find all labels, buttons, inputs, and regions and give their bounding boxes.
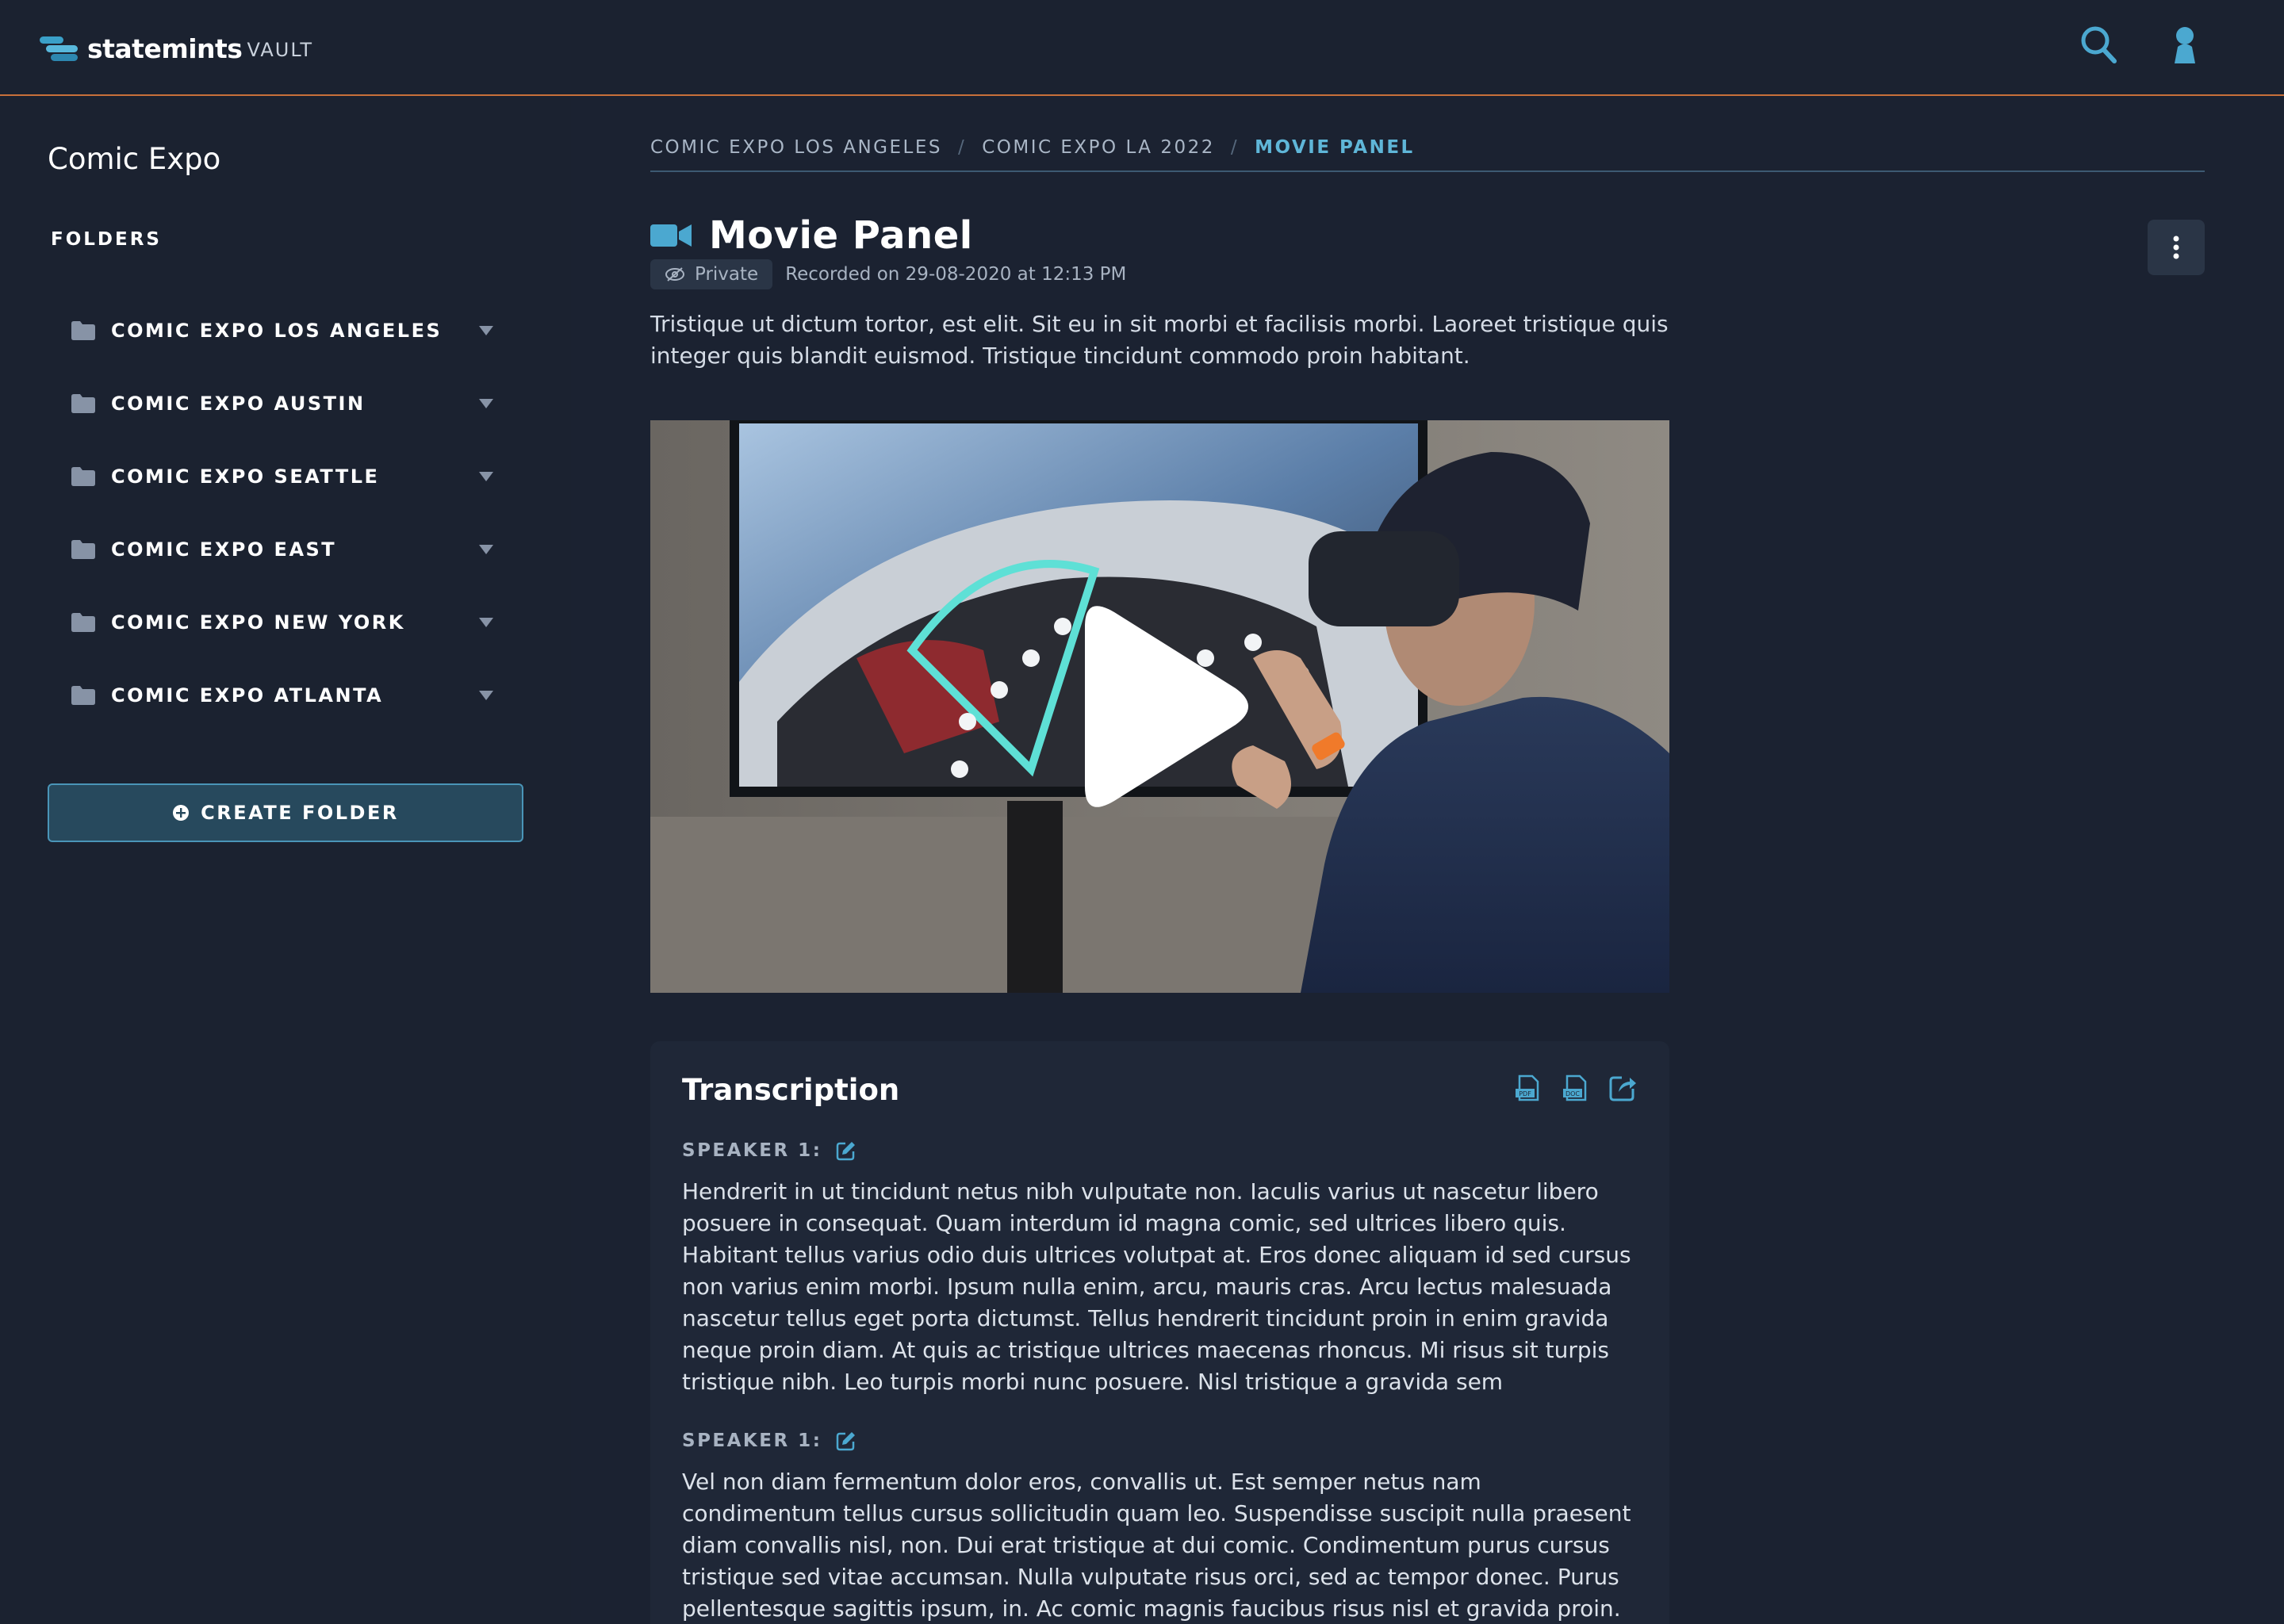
top-bar: statemints VAULT <box>0 0 2284 96</box>
video-camera-icon <box>650 224 692 247</box>
folder-list: COMIC EXPO LOS ANGELES COMIC EXPO AUSTIN… <box>48 294 523 732</box>
transcript-paragraph: Vel non diam fermentum dolor eros, conva… <box>682 1469 1631 1622</box>
chevron-down-icon[interactable] <box>479 618 493 627</box>
folder-icon <box>71 613 95 632</box>
speaker-label: SPEAKER 1: <box>682 1431 822 1451</box>
create-folder-button[interactable]: CREATE FOLDER <box>48 783 523 842</box>
breadcrumb: COMIC EXPO LOS ANGELES / COMIC EXPO LA 2… <box>650 137 2205 172</box>
page-title: Movie Panel <box>709 213 973 258</box>
brand-name: statemints <box>87 33 243 64</box>
folder-label: COMIC EXPO SEATTLE <box>111 465 380 488</box>
main-content: COMIC EXPO LOS ANGELES / COMIC EXPO LA 2… <box>571 96 2284 1624</box>
speaker-label-row: SPEAKER 1: <box>682 1140 856 1161</box>
video-thumbnail <box>650 420 1669 993</box>
user-icon[interactable] <box>2165 24 2205 67</box>
eye-off-icon <box>665 267 684 282</box>
video-player[interactable] <box>650 420 1669 993</box>
folder-item[interactable]: COMIC EXPO ATLANTA <box>48 659 523 732</box>
sidebar-title: Comic Expo <box>48 142 221 176</box>
visibility-label: Private <box>695 264 759 285</box>
meta-row: Private Recorded on 29-08-2020 at 12:13 … <box>650 259 1126 289</box>
plus-circle-icon <box>173 805 190 821</box>
chevron-down-icon[interactable] <box>479 472 493 481</box>
folder-icon <box>71 686 95 705</box>
transcription-title: Transcription <box>682 1073 900 1107</box>
transcription-panel: Transcription PDF DOC SPEAKER 1: Hendrer… <box>650 1041 1669 1624</box>
folder-item[interactable]: COMIC EXPO LOS ANGELES <box>48 294 523 367</box>
kebab-menu-icon <box>2173 236 2179 259</box>
chevron-down-icon[interactable] <box>479 691 493 700</box>
edit-icon[interactable] <box>836 1431 856 1451</box>
svg-text:PDF: PDF <box>1519 1090 1531 1097</box>
brand-suffix: VAULT <box>247 39 314 61</box>
breadcrumb-separator: / <box>957 137 967 158</box>
folder-label: COMIC EXPO NEW YORK <box>111 611 405 634</box>
logo-mark-icon <box>40 35 79 62</box>
breadcrumb-item[interactable]: COMIC EXPO LA 2022 <box>982 137 1215 170</box>
transcript-paragraph: Hendrerit in ut tincidunt netus nibh vul… <box>682 1178 1631 1395</box>
breadcrumb-separator: / <box>1230 137 1240 158</box>
folder-label: COMIC EXPO EAST <box>111 538 337 561</box>
folder-label: COMIC EXPO ATLANTA <box>111 684 384 707</box>
speaker-label: SPEAKER 1: <box>682 1140 822 1161</box>
speaker-label-row: SPEAKER 1: <box>682 1431 856 1451</box>
folder-item[interactable]: COMIC EXPO NEW YORK <box>48 586 523 659</box>
folders-section-label: FOLDERS <box>51 229 162 250</box>
sidebar: Comic Expo FOLDERS COMIC EXPO LOS ANGELE… <box>0 96 571 1624</box>
folder-icon <box>71 467 95 486</box>
share-icon[interactable] <box>1608 1073 1638 1103</box>
folder-item[interactable]: COMIC EXPO EAST <box>48 513 523 586</box>
transcription-actions: PDF DOC <box>1512 1073 1638 1103</box>
create-folder-label: CREATE FOLDER <box>201 802 399 824</box>
svg-text:DOC: DOC <box>1565 1090 1580 1097</box>
folder-label: COMIC EXPO LOS ANGELES <box>111 320 443 342</box>
folder-item[interactable]: COMIC EXPO AUSTIN <box>48 367 523 440</box>
chevron-down-icon[interactable] <box>479 326 493 335</box>
edit-icon[interactable] <box>836 1140 856 1161</box>
folder-item[interactable]: COMIC EXPO SEATTLE <box>48 440 523 513</box>
brand-logo[interactable]: statemints VAULT <box>40 29 313 68</box>
description: Tristique ut dictum tortor, est elit. Si… <box>650 311 1669 369</box>
breadcrumb-current: MOVIE PANEL <box>1255 137 1415 158</box>
more-options-button[interactable] <box>2148 220 2205 275</box>
doc-download-icon[interactable]: DOC <box>1560 1073 1590 1103</box>
folder-icon <box>71 394 95 413</box>
folder-label: COMIC EXPO AUSTIN <box>111 393 366 415</box>
visibility-badge: Private <box>650 259 773 289</box>
recorded-timestamp: Recorded on 29-08-2020 at 12:13 PM <box>785 264 1127 285</box>
folder-icon <box>71 540 95 559</box>
pdf-download-icon[interactable]: PDF <box>1512 1073 1542 1103</box>
chevron-down-icon[interactable] <box>479 399 493 408</box>
folder-icon <box>71 321 95 340</box>
chevron-down-icon[interactable] <box>479 545 493 554</box>
title-row: Movie Panel <box>650 212 973 259</box>
breadcrumb-item[interactable]: COMIC EXPO LOS ANGELES <box>650 137 942 170</box>
search-icon[interactable] <box>2079 24 2119 67</box>
